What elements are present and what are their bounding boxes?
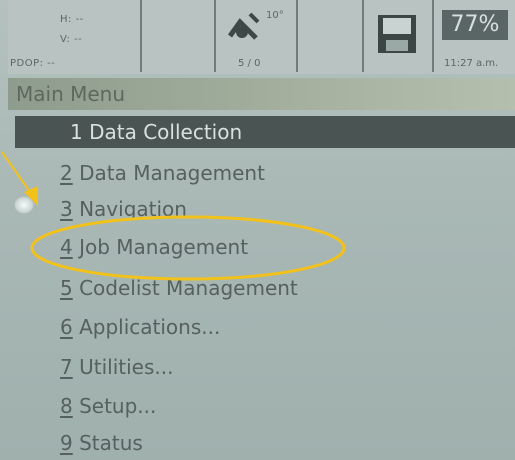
battery-panel[interactable]: 77% 11:27 a.m. — [434, 0, 515, 72]
menu-item-applications[interactable]: 6 Applications... — [60, 311, 220, 343]
menu-item-label: Data Management — [79, 161, 265, 185]
floppy-disk-icon — [378, 15, 416, 53]
menu-item-label: Setup... — [79, 394, 157, 418]
menu-item-label: Applications... — [79, 315, 221, 339]
status-cell — [298, 0, 364, 72]
menu-item-status[interactable]: 9 Status — [60, 427, 143, 459]
menu-item-label: Data Collection — [89, 120, 243, 144]
menu-item-data-collection[interactable]: 1 Data Collection — [15, 116, 515, 148]
title-bar: Main Menu — [8, 78, 515, 110]
h-precision: H: -- — [60, 14, 84, 25]
satellite-icon — [227, 12, 260, 40]
page-title: Main Menu — [16, 82, 126, 106]
menu-item-label: Status — [79, 431, 143, 455]
menu-item-data-management[interactable]: 2 Data Management — [60, 157, 265, 189]
clock: 11:27 a.m. — [444, 58, 499, 69]
menu-item-number: 2 — [60, 161, 73, 185]
satellite-panel[interactable]: 10° 5 / 0 — [216, 0, 298, 72]
v-precision: V: -- — [60, 34, 83, 45]
status-cell — [142, 0, 216, 72]
arrow-annotation-icon — [1, 151, 38, 206]
battery-icon: 77% — [442, 10, 508, 40]
storage-panel[interactable] — [364, 0, 434, 72]
gnss-precision-panel[interactable]: H: -- V: -- PDOP: -- — [8, 0, 142, 72]
menu-item-number: 1 — [70, 120, 83, 144]
status-bar: H: -- V: -- PDOP: -- 10° 5 / 0 77% 11:27… — [8, 0, 515, 74]
menu-item-utilities[interactable]: 7 Utilities... — [60, 351, 173, 383]
menu-item-number: 8 — [60, 394, 73, 418]
menu-item-label: Utilities... — [79, 355, 174, 379]
satellite-count: 5 / 0 — [238, 58, 261, 69]
pdop-value: PDOP: -- — [10, 58, 56, 69]
satellite-elevation-mask: 10° — [266, 10, 284, 21]
menu-item-number: 9 — [60, 431, 73, 455]
device-screen: H: -- V: -- PDOP: -- 10° 5 / 0 77% 11:27… — [0, 0, 515, 460]
menu-item-number: 7 — [60, 355, 73, 379]
menu-item-setup[interactable]: 8 Setup... — [60, 390, 156, 422]
highlight-ellipse — [30, 215, 346, 281]
menu-item-number: 6 — [60, 315, 73, 339]
